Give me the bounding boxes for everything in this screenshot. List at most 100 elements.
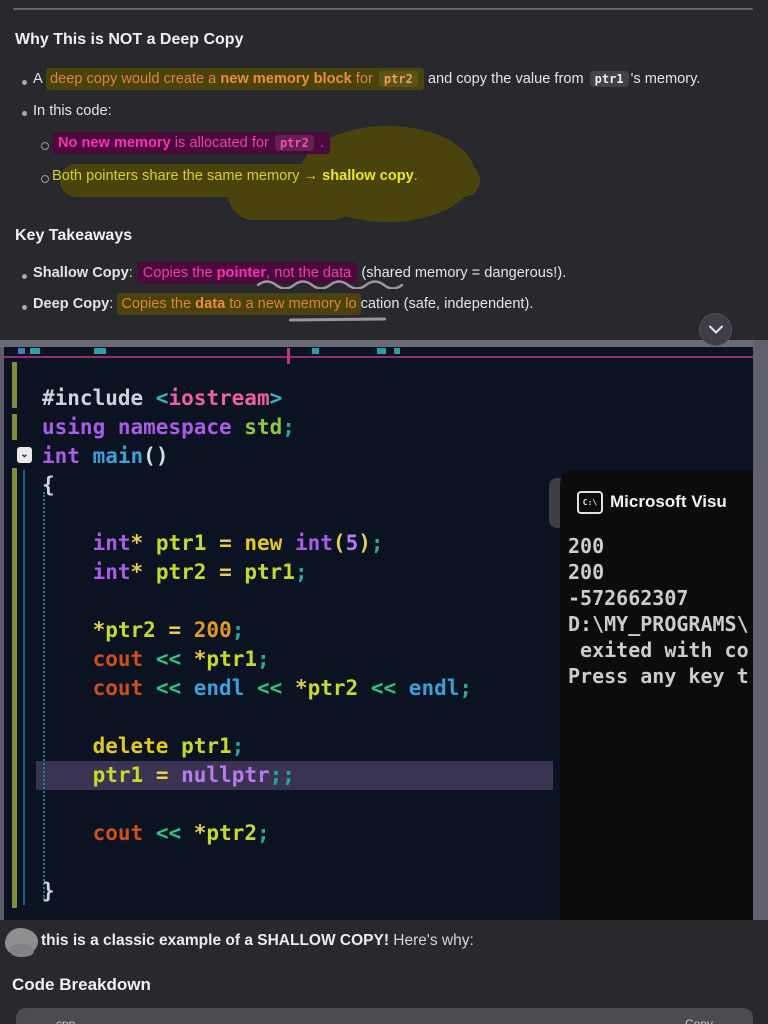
sub-bullet-marker (41, 142, 49, 150)
bullet1-hl1-bold: new memory block (220, 71, 352, 87)
scroll-down-button[interactable] (699, 313, 732, 346)
code-line: delete ptr1; (92, 734, 245, 758)
console-icon: C:\ (577, 491, 603, 514)
copy-button[interactable]: Copy (685, 1017, 713, 1024)
sub2-pre: Both pointers share the same memory → (52, 168, 323, 184)
heading-code-breakdown: Code Breakdown (12, 975, 151, 994)
bullet-shallow-copy-takeaway: Shallow Copy: Copies the pointer, not th… (33, 262, 567, 284)
console-line: -572662307 (568, 586, 689, 610)
screenshot-left-border (0, 347, 4, 920)
kt2-hl-post: to a new memory lo (225, 296, 357, 312)
message-bold: this is a classic example of a SHALLOW C… (41, 932, 389, 949)
sub1-rest: is allocated for (170, 135, 273, 151)
bullet1-tail: 's memory. (630, 71, 701, 87)
kt1-hl-pre: Copies the (142, 265, 217, 281)
sub2-bold: shallow copy (322, 168, 414, 184)
assistant-message-intro: this is a classic example of a SHALLOW C… (41, 932, 474, 950)
bullet1-hl1: deep copy would create a (49, 71, 221, 87)
heading-key-takeaways: Key Takeaways (15, 227, 133, 244)
chevron-down-icon (708, 325, 723, 334)
divider (13, 8, 753, 10)
bullet-marker (22, 80, 27, 85)
console-line: exited with co (568, 638, 749, 662)
squiggle-underline (256, 280, 404, 289)
message-rest: Here's why: (389, 932, 474, 949)
code-line: ptr1 = nullptr;; (92, 763, 295, 787)
code-lines: #include <iostream> using namespace std; i… (42, 384, 472, 906)
kt1-sep: : (128, 265, 137, 281)
bullet-deep-copy-takeaway: Deep Copy: Copies the data to a new memo… (33, 293, 534, 315)
straight-underline (288, 317, 387, 322)
kt1-label: Shallow Copy (33, 265, 129, 281)
scope-guide-line (23, 470, 25, 905)
bullet1-mid: and copy the value from (423, 71, 588, 87)
console-window-title: Microsoft Visu (610, 492, 727, 511)
fold-icon[interactable]: ⌄ (17, 447, 32, 463)
inline-code-ptr1: ptr1 (589, 71, 629, 87)
highlight-olive: Copies the data to a new memory lo (117, 293, 361, 315)
editor-top-accent-line (4, 356, 753, 358)
code-line: cout << *ptr1; (92, 647, 270, 671)
console-line: 200 (568, 534, 605, 558)
minimap-tick (312, 348, 319, 354)
chat-screen: Why This is NOT a Deep Copy A deep copy … (0, 0, 768, 1024)
code-line: *ptr2 = 200; (92, 618, 245, 642)
screenshot-top-border (0, 340, 768, 347)
kt2-label: Deep Copy (33, 296, 110, 312)
gutter-change-bar (12, 414, 17, 440)
bullet-in-this-code: In this code: (33, 103, 112, 119)
code-line: using namespace std; (42, 415, 295, 439)
code-line: cout << endl << *ptr2 << endl; (92, 676, 473, 700)
minimap-tick (287, 348, 290, 364)
bullet-marker (22, 111, 27, 116)
bullet1-pre: A (33, 71, 46, 87)
code-line: int main() (42, 444, 169, 468)
sub-bullet-marker (41, 175, 49, 183)
sub1-bold: No new memory (58, 135, 171, 151)
sub2-tail: . (413, 168, 418, 184)
kt2-tail: cation (safe, independent). (360, 296, 534, 312)
heading-not-deep-copy: Why This is NOT a Deep Copy (15, 31, 244, 48)
redacted-emoji-blob (10, 944, 34, 957)
code-block-language: cpp (56, 1017, 76, 1024)
code-line: { (42, 473, 55, 497)
code-line: #include <iostream> (42, 386, 283, 410)
sub1-tail: . (315, 135, 324, 151)
minimap-tick (18, 348, 25, 354)
minimap-tick (377, 348, 386, 354)
highlight-magenta: No new memory is allocated for ptr2 . (52, 132, 330, 154)
code-line: int* ptr2 = ptr1; (92, 560, 308, 584)
bullet-marker (22, 274, 27, 279)
bullet1-hl2: for (351, 71, 377, 87)
code-line: } (42, 879, 55, 903)
sub-bullet-no-new-memory: No new memory is allocated for ptr2 . (52, 132, 330, 154)
gutter-change-bar (12, 362, 17, 408)
code-line: cout << *ptr2; (92, 821, 270, 845)
debug-console-window[interactable]: C:\ Microsoft Visu 200 200 -572662307 D:\MY… (560, 470, 753, 920)
code-line: int* ptr1 = new int(5); (92, 531, 384, 555)
console-output: 200 200 -572662307 D:\MY_PROGRAMS\ exited w… (568, 533, 749, 689)
bullet-deep-copy: A deep copy would create a new memory bl… (33, 68, 701, 90)
kt2-hl-pre: Copies the (121, 296, 196, 312)
kt1-tail: (shared memory = dangerous!). (357, 265, 567, 281)
console-line: Press any key t (568, 664, 749, 688)
kt2-hl-bold: data (195, 296, 226, 312)
sub-bullet-shallow-copy: Both pointers share the same memory → sh… (52, 168, 768, 184)
console-line: 200 (568, 560, 605, 584)
inline-code-ptr2: ptr2 (378, 71, 418, 87)
bullet-marker (22, 305, 27, 310)
minimap-tick (394, 348, 400, 354)
inline-code-ptr2: ptr2 (274, 135, 314, 151)
screenshot-right-border (753, 340, 768, 920)
console-line: D:\MY_PROGRAMS\ (568, 612, 749, 636)
gutter-change-bar (12, 468, 17, 908)
minimap-tick (30, 348, 40, 354)
kt1-hl-bold: pointer (216, 265, 267, 281)
kt1-hl-post: , not the data (266, 265, 352, 281)
code-block-header: cpp Copy (16, 1008, 753, 1024)
